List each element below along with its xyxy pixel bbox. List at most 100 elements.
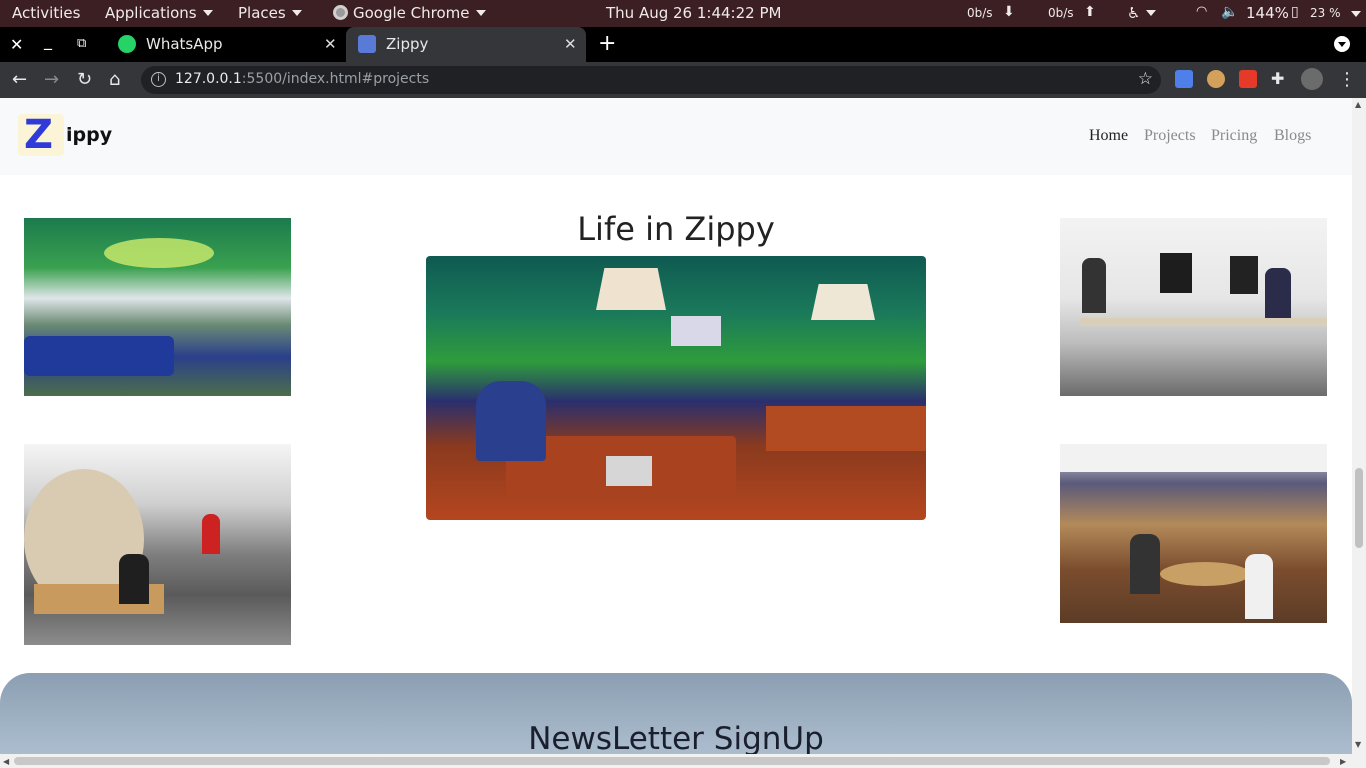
places-menu[interactable]: Places (238, 4, 302, 22)
scroll-left-icon[interactable]: ◀ (3, 757, 9, 766)
volume-icon[interactable]: 🔈 (1221, 4, 1238, 20)
nav-pricing[interactable]: Pricing (1211, 127, 1257, 145)
chevron-down-icon (1146, 10, 1157, 16)
battery-icon[interactable]: ▯ (1291, 4, 1299, 20)
reload-icon[interactable]: ↻ (77, 69, 92, 90)
vertical-scrollbar[interactable]: ▲ ▼ (1352, 98, 1366, 754)
cafeteria-photo (1060, 444, 1327, 623)
window-restore-icon[interactable]: ⧉ (77, 36, 86, 51)
tab-title: WhatsApp (146, 35, 223, 53)
person (1265, 268, 1291, 318)
person (1130, 534, 1160, 594)
site-info-icon[interactable]: i (151, 72, 166, 87)
chevron-down-icon[interactable] (1351, 11, 1361, 17)
net-down-rate: 0b/s (967, 6, 993, 20)
browser-toolbar: ← → ↻ ⌂ i 127.0.0.1:5500/index.html#proj… (0, 62, 1366, 98)
desk-surface (1080, 318, 1327, 326)
person (119, 554, 149, 604)
cookie-extension-icon[interactable] (1207, 70, 1225, 88)
forward-icon[interactable]: → (44, 69, 59, 90)
adblock-extension-icon[interactable] (1239, 70, 1257, 88)
url-text[interactable]: 127.0.0.1:5500/index.html#projects (175, 71, 429, 87)
office-lounge-photo (24, 218, 291, 396)
bookmark-star-icon[interactable]: ☆ (1138, 69, 1153, 89)
round-table (1160, 562, 1250, 586)
profile-avatar[interactable] (1301, 68, 1323, 90)
accessibility-icon[interactable]: ♿ (1127, 4, 1157, 22)
scroll-right-icon[interactable]: ▶ (1340, 757, 1346, 766)
horizontal-scroll-thumb[interactable] (14, 757, 1330, 765)
places-label: Places (238, 4, 286, 22)
clock[interactable]: Thu Aug 26 1:44:22 PM (606, 4, 781, 22)
laptop (606, 456, 652, 486)
window-minimize-icon[interactable]: _ (44, 31, 52, 50)
person (202, 514, 220, 554)
net-up-rate: 0b/s (1048, 6, 1074, 20)
wifi-icon[interactable]: ◠ (1196, 4, 1207, 19)
lounge-sofa (24, 336, 174, 376)
battery-level: 23 % (1310, 6, 1341, 20)
zippy-logo[interactable]: Z (18, 112, 64, 158)
main-office-photo (426, 256, 926, 520)
logo-letter: Z (24, 112, 54, 158)
lamp-shade (811, 284, 875, 320)
window-close-icon[interactable]: ✕ (10, 35, 23, 54)
scroll-down-icon[interactable]: ▼ (1355, 740, 1361, 749)
monitor (1230, 256, 1258, 294)
applications-label: Applications (105, 4, 197, 22)
tab-close-icon[interactable]: ✕ (564, 35, 577, 53)
applications-menu[interactable]: Applications (105, 4, 213, 22)
person (476, 381, 546, 461)
system-top-bar: Activities Applications Places Google Ch… (0, 0, 1366, 27)
zippy-favicon (358, 35, 376, 53)
tab-whatsapp[interactable]: WhatsApp ✕ (106, 27, 346, 62)
chevron-down-icon (202, 10, 213, 16)
workstation-photo (1060, 218, 1327, 396)
back-icon[interactable]: ← (12, 69, 27, 90)
address-bar[interactable]: i 127.0.0.1:5500/index.html#projects ☆ (141, 66, 1161, 94)
horizontal-scrollbar[interactable]: ◀ ▶ (0, 754, 1366, 768)
app-menu-label: Google Chrome (353, 4, 470, 22)
newsletter-title: NewsLetter SignUp (528, 721, 824, 754)
wooden-table (766, 406, 926, 451)
new-tab-icon[interactable]: + (598, 31, 616, 56)
brand-name[interactable]: ippy (66, 124, 112, 146)
nav-projects[interactable]: Projects (1144, 127, 1196, 145)
whatsapp-icon (118, 35, 136, 53)
tab-strip: ✕ _ ⧉ WhatsApp ✕ Zippy ✕ + (0, 27, 1366, 62)
volume-level: 144% (1246, 4, 1289, 22)
scroll-up-icon[interactable]: ▲ (1355, 100, 1361, 109)
extensions-puzzle-icon[interactable]: ✚ (1271, 69, 1284, 88)
wooden-pod-photo (24, 444, 291, 645)
ceiling (1060, 444, 1327, 472)
upload-arrow-icon: ⬆ (1084, 4, 1096, 20)
nav-blogs[interactable]: Blogs (1274, 127, 1311, 145)
tab-title: Zippy (386, 35, 429, 53)
tab-close-icon[interactable]: ✕ (324, 35, 337, 53)
download-arrow-icon: ⬇ (1003, 4, 1015, 20)
nav-home[interactable]: Home (1089, 127, 1128, 145)
chevron-down-icon (475, 10, 486, 16)
wall-screen (671, 316, 721, 346)
url-path: :5500/index.html#projects (241, 71, 430, 87)
home-icon[interactable]: ⌂ (109, 69, 120, 90)
menu-kebab-icon[interactable]: ⋮ (1338, 69, 1356, 90)
tab-search-icon[interactable] (1334, 36, 1350, 52)
tab-zippy[interactable]: Zippy ✕ (346, 27, 586, 62)
person (1082, 258, 1106, 313)
lamp-shade (596, 268, 666, 310)
newsletter-section: NewsLetter SignUp (0, 673, 1352, 754)
translate-extension-icon[interactable] (1175, 70, 1193, 88)
site-navbar: Z ippy Home Projects Pricing Blogs (0, 98, 1352, 175)
chevron-down-icon (291, 10, 302, 16)
monitor (1160, 253, 1192, 293)
gallery-title: Life in Zippy (577, 210, 775, 248)
url-host: 127.0.0.1 (175, 71, 242, 87)
app-menu[interactable]: Google Chrome (333, 4, 486, 22)
lounge-canopy (104, 238, 214, 268)
vertical-scroll-thumb[interactable] (1355, 468, 1363, 548)
activities-button[interactable]: Activities (12, 4, 80, 22)
person (1245, 554, 1273, 619)
chrome-icon (333, 5, 348, 20)
web-page: Z ippy Home Projects Pricing Blogs Life … (0, 98, 1352, 754)
